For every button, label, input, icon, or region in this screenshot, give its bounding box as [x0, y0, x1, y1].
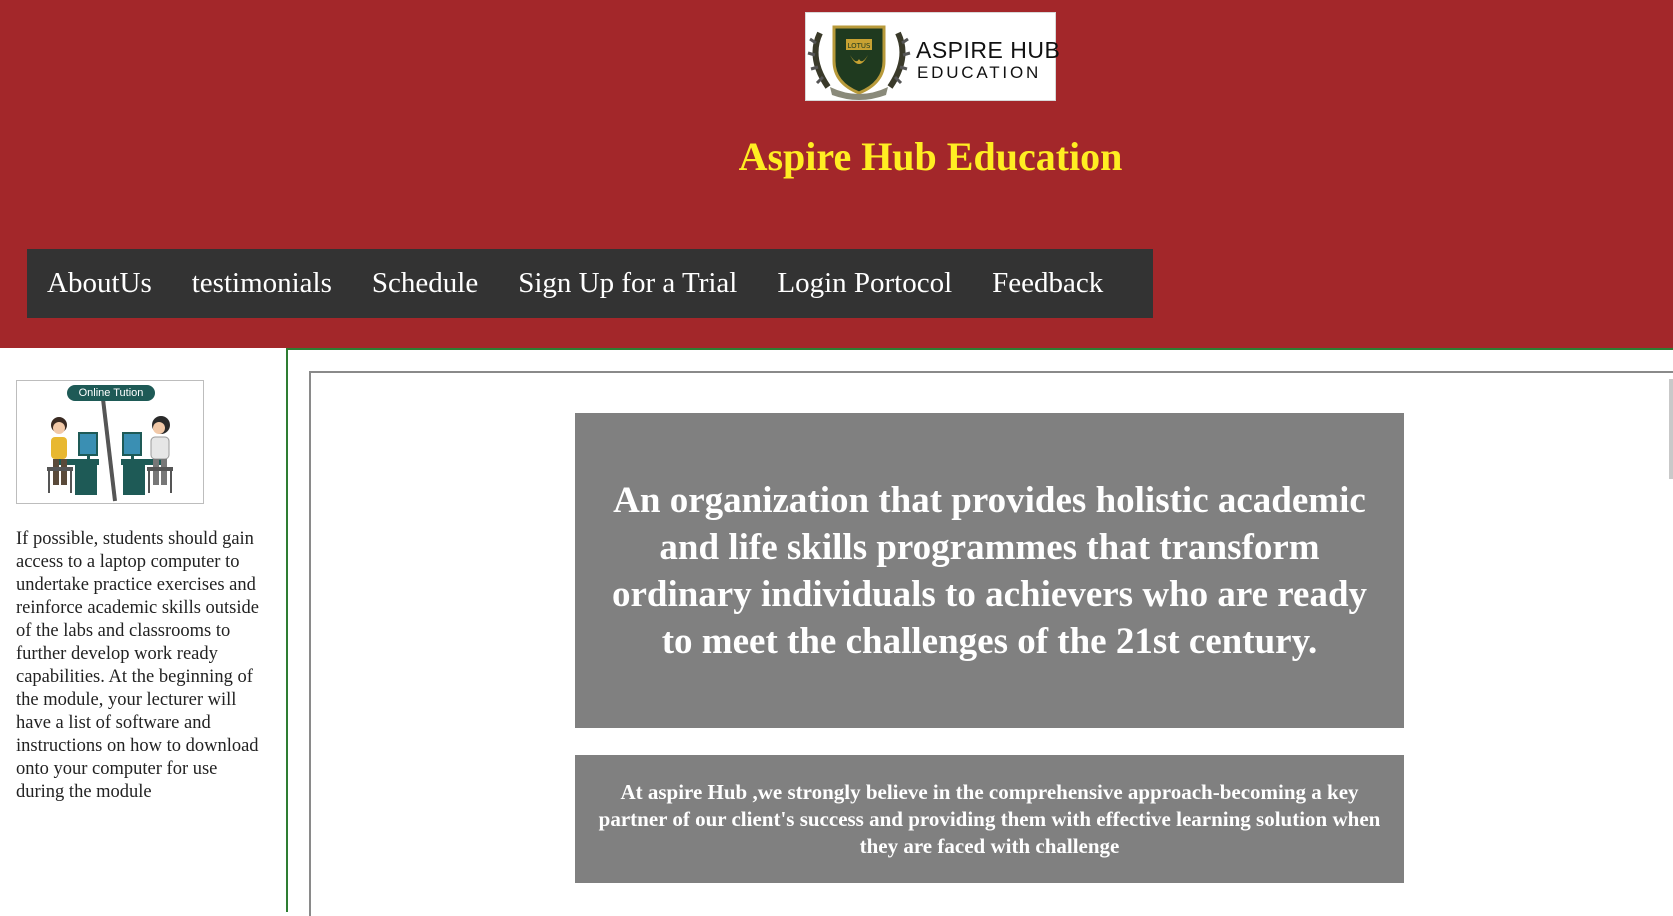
nav-item-feedback[interactable]: Feedback: [992, 267, 1103, 300]
nav-item-about-us[interactable]: AboutUs: [47, 267, 152, 300]
nav-item-login-protocol[interactable]: Login Portocol: [777, 267, 952, 300]
logo-wordmark: ASPIRE HUB: [916, 37, 1061, 63]
logo-subtitle: EDUCATION: [917, 63, 1042, 82]
nav-item-schedule[interactable]: Schedule: [372, 267, 478, 300]
content-iframe[interactable]: An organization that provides holistic a…: [309, 371, 1673, 916]
main-nav: AboutUs testimonials Schedule Sign Up fo…: [27, 249, 1153, 318]
online-tuition-image: Online Tution: [16, 380, 204, 504]
sidebar-text: If possible, students should gain access…: [16, 529, 259, 802]
site-header: LOTUS ASPIRE HUB EDUCATION Aspire Hub Ed…: [0, 0, 1673, 348]
online-tuition-label: Online Tution: [67, 385, 155, 401]
main-content-frame: An organization that provides holistic a…: [286, 348, 1673, 916]
site-logo[interactable]: LOTUS ASPIRE HUB EDUCATION: [805, 12, 1060, 101]
mission-statement: An organization that provides holistic a…: [575, 413, 1404, 728]
sidebar: Online Tution If possible, students shou…: [0, 348, 286, 912]
belief-statement: At aspire Hub ,we strongly believe in th…: [575, 755, 1404, 883]
svg-text:LOTUS: LOTUS: [847, 42, 871, 50]
nav-item-testimonials[interactable]: testimonials: [192, 267, 332, 300]
site-title: Aspire Hub Education: [738, 134, 1123, 179]
iframe-scrollbar[interactable]: [1669, 379, 1673, 479]
nav-item-sign-up-trial[interactable]: Sign Up for a Trial: [518, 267, 737, 300]
